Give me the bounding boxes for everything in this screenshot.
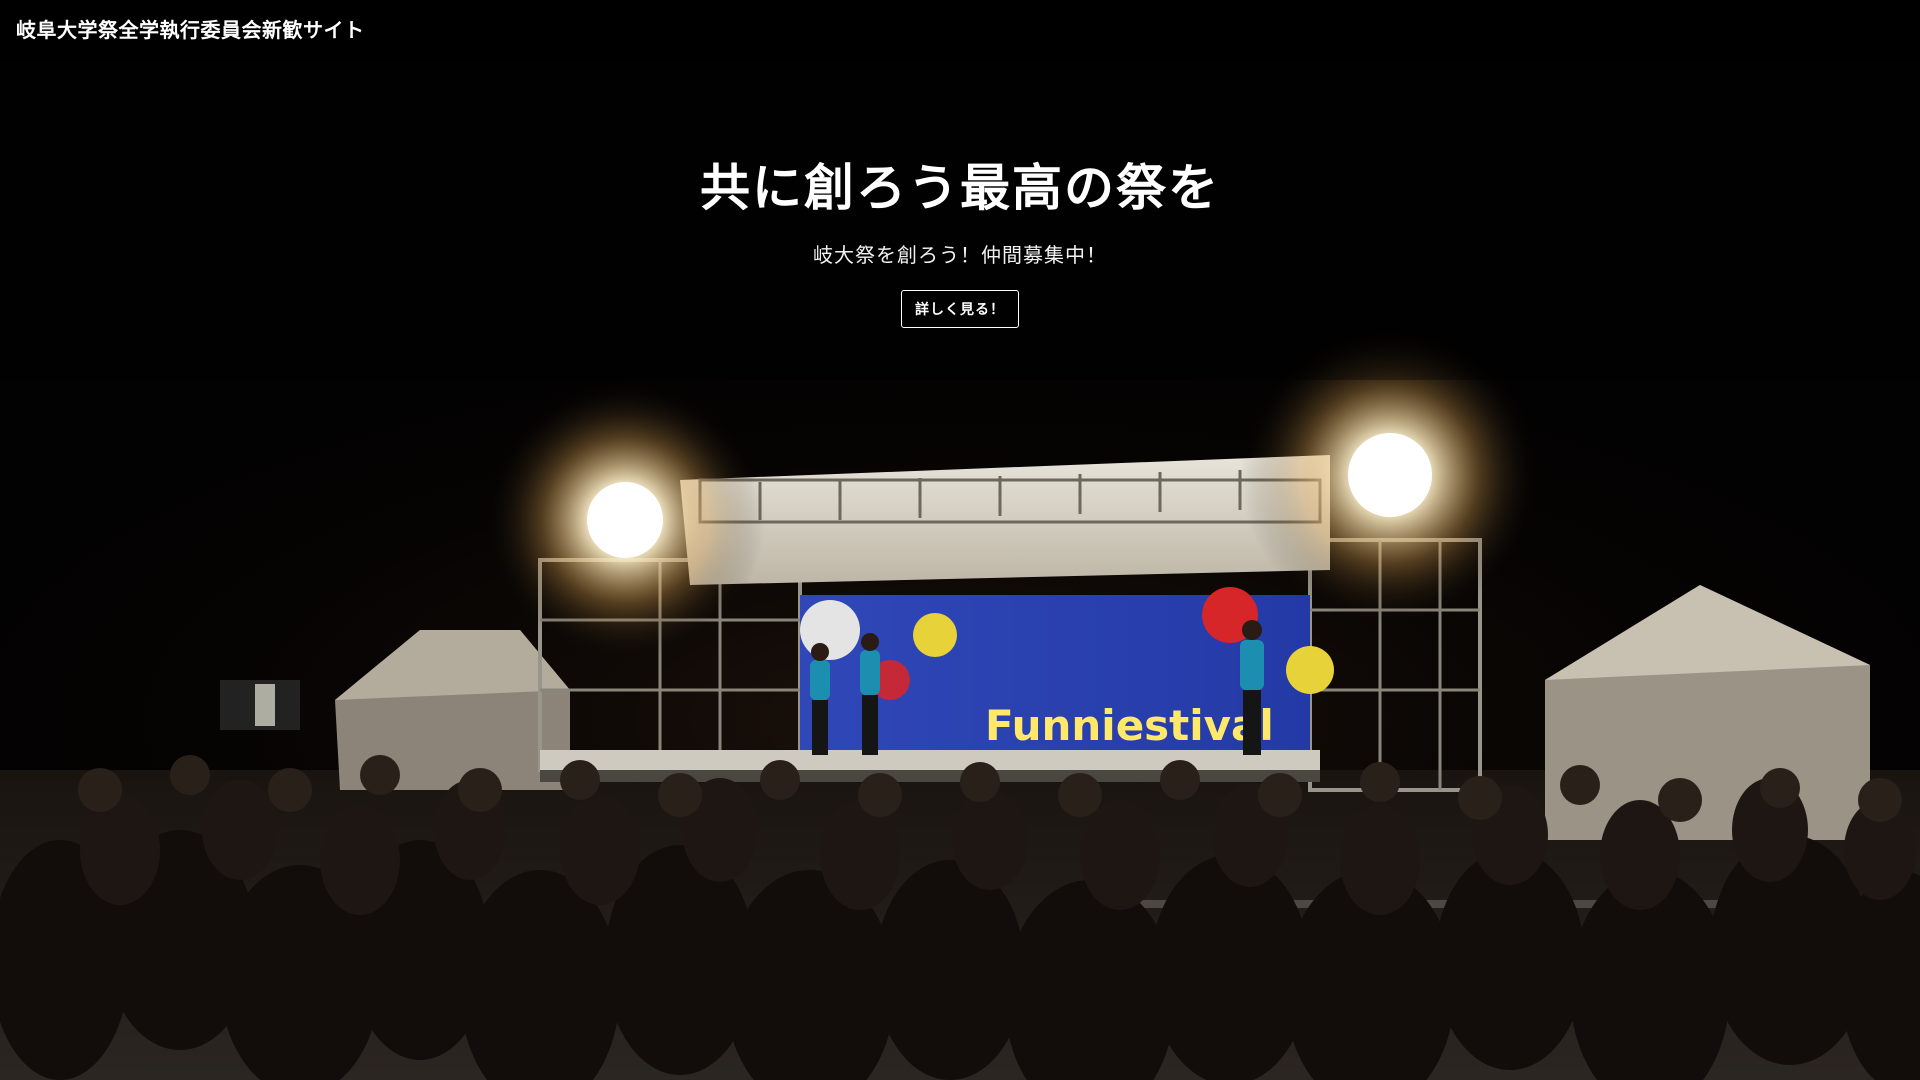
site-title-link[interactable]: 岐阜大学祭全学執行委員会新歓サイト: [16, 14, 365, 43]
site-header: 岐阜大学祭全学執行委員会新歓サイト: [0, 0, 1920, 60]
page: Funniestival 岐阜大学祭全学執行委員会新歓サイト 共に創ろう最高の祭…: [0, 0, 1920, 1080]
see-more-button[interactable]: 詳しく見る！: [901, 290, 1019, 328]
hero-section: 共に創ろう最高の祭を 岐大祭を創ろう！仲間募集中！ 詳しく見る！: [0, 150, 1920, 328]
hero-subheading: 岐大祭を創ろう！仲間募集中！: [813, 243, 1107, 267]
hero-heading: 共に創ろう最高の祭を: [700, 159, 1220, 217]
svg-text:Funniestival: Funniestival: [985, 701, 1274, 750]
